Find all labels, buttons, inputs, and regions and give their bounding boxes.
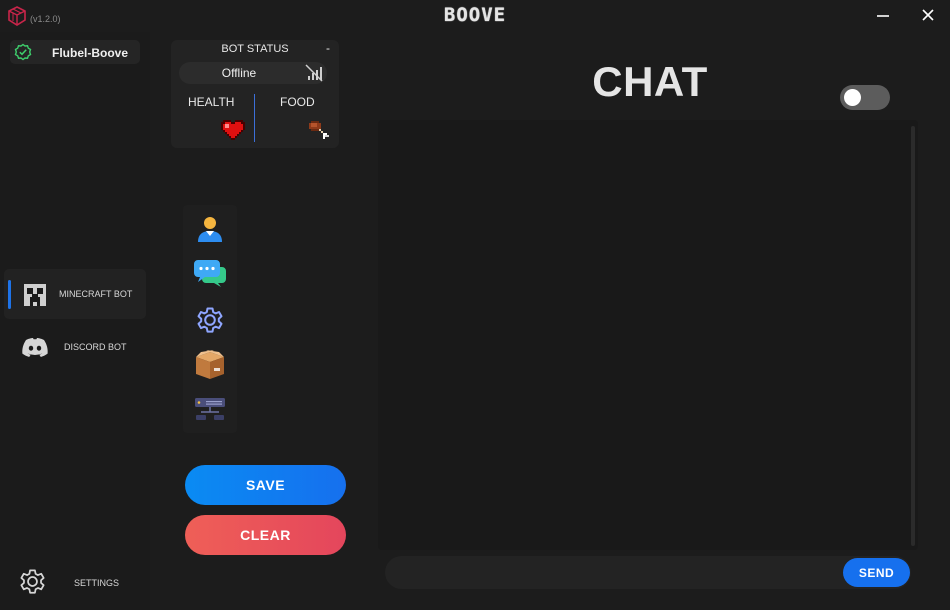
app-brand-title: BOOVE: [443, 4, 507, 26]
stat-divider: [254, 94, 255, 142]
save-button[interactable]: SAVE: [185, 465, 346, 505]
chat-scrollbar[interactable]: [911, 126, 915, 546]
chat-input-bar: SEND: [385, 556, 911, 589]
bot-status-title: BOT STATUS: [221, 43, 289, 55]
settings-label: SETTINGS: [74, 578, 120, 588]
food-drumstick-icon: [309, 121, 329, 139]
chat-log: [378, 120, 918, 550]
gear-icon[interactable]: [192, 302, 228, 338]
chat-message-input[interactable]: [399, 562, 829, 584]
status-text: Offline: [221, 66, 257, 80]
settings-button[interactable]: SETTINGS: [0, 562, 150, 606]
sidebar-item-label: MINECRAFT BOT: [59, 289, 133, 299]
send-button[interactable]: SEND: [843, 558, 910, 587]
tool-bar: [183, 205, 237, 433]
sidebar-item-minecraft-bot[interactable]: MINECRAFT BOT: [4, 269, 146, 319]
verified-check-icon: [14, 43, 32, 61]
sidebar: Flubel-Boove MINECRAFT BOT DISCORD BOT S…: [0, 32, 150, 610]
profile-chip[interactable]: Flubel-Boove: [10, 40, 140, 64]
chat-bubbles-icon[interactable]: [192, 255, 228, 291]
status-badge: Offline: [179, 62, 327, 84]
minimize-button[interactable]: [871, 6, 895, 26]
close-button[interactable]: [916, 6, 940, 26]
box-icon[interactable]: [192, 347, 228, 383]
server-icon[interactable]: [192, 391, 228, 427]
profile-name: Flubel-Boove: [52, 46, 129, 60]
health-label: HEALTH: [188, 95, 235, 109]
title-bar: (v1.2.0) BOOVE: [0, 0, 950, 32]
heart-icon: [221, 120, 245, 140]
bot-status-card: BOT STATUS - Offline HEALTH FOOD: [171, 40, 339, 148]
creeper-icon: [24, 284, 46, 306]
active-indicator: [8, 280, 11, 309]
discord-icon: [22, 338, 48, 357]
toggle-knob: [844, 89, 861, 106]
collapse-status-button[interactable]: -: [326, 41, 330, 55]
clear-button[interactable]: CLEAR: [185, 515, 346, 555]
no-signal-icon: [305, 64, 323, 82]
food-label: FOOD: [280, 95, 315, 109]
user-icon[interactable]: [192, 210, 228, 246]
gear-icon: [20, 569, 45, 594]
chat-toggle[interactable]: [840, 85, 890, 110]
chat-title: CHAT: [592, 58, 708, 105]
sidebar-item-discord-bot[interactable]: DISCORD BOT: [4, 322, 146, 372]
sidebar-item-label: DISCORD BOT: [64, 342, 127, 352]
